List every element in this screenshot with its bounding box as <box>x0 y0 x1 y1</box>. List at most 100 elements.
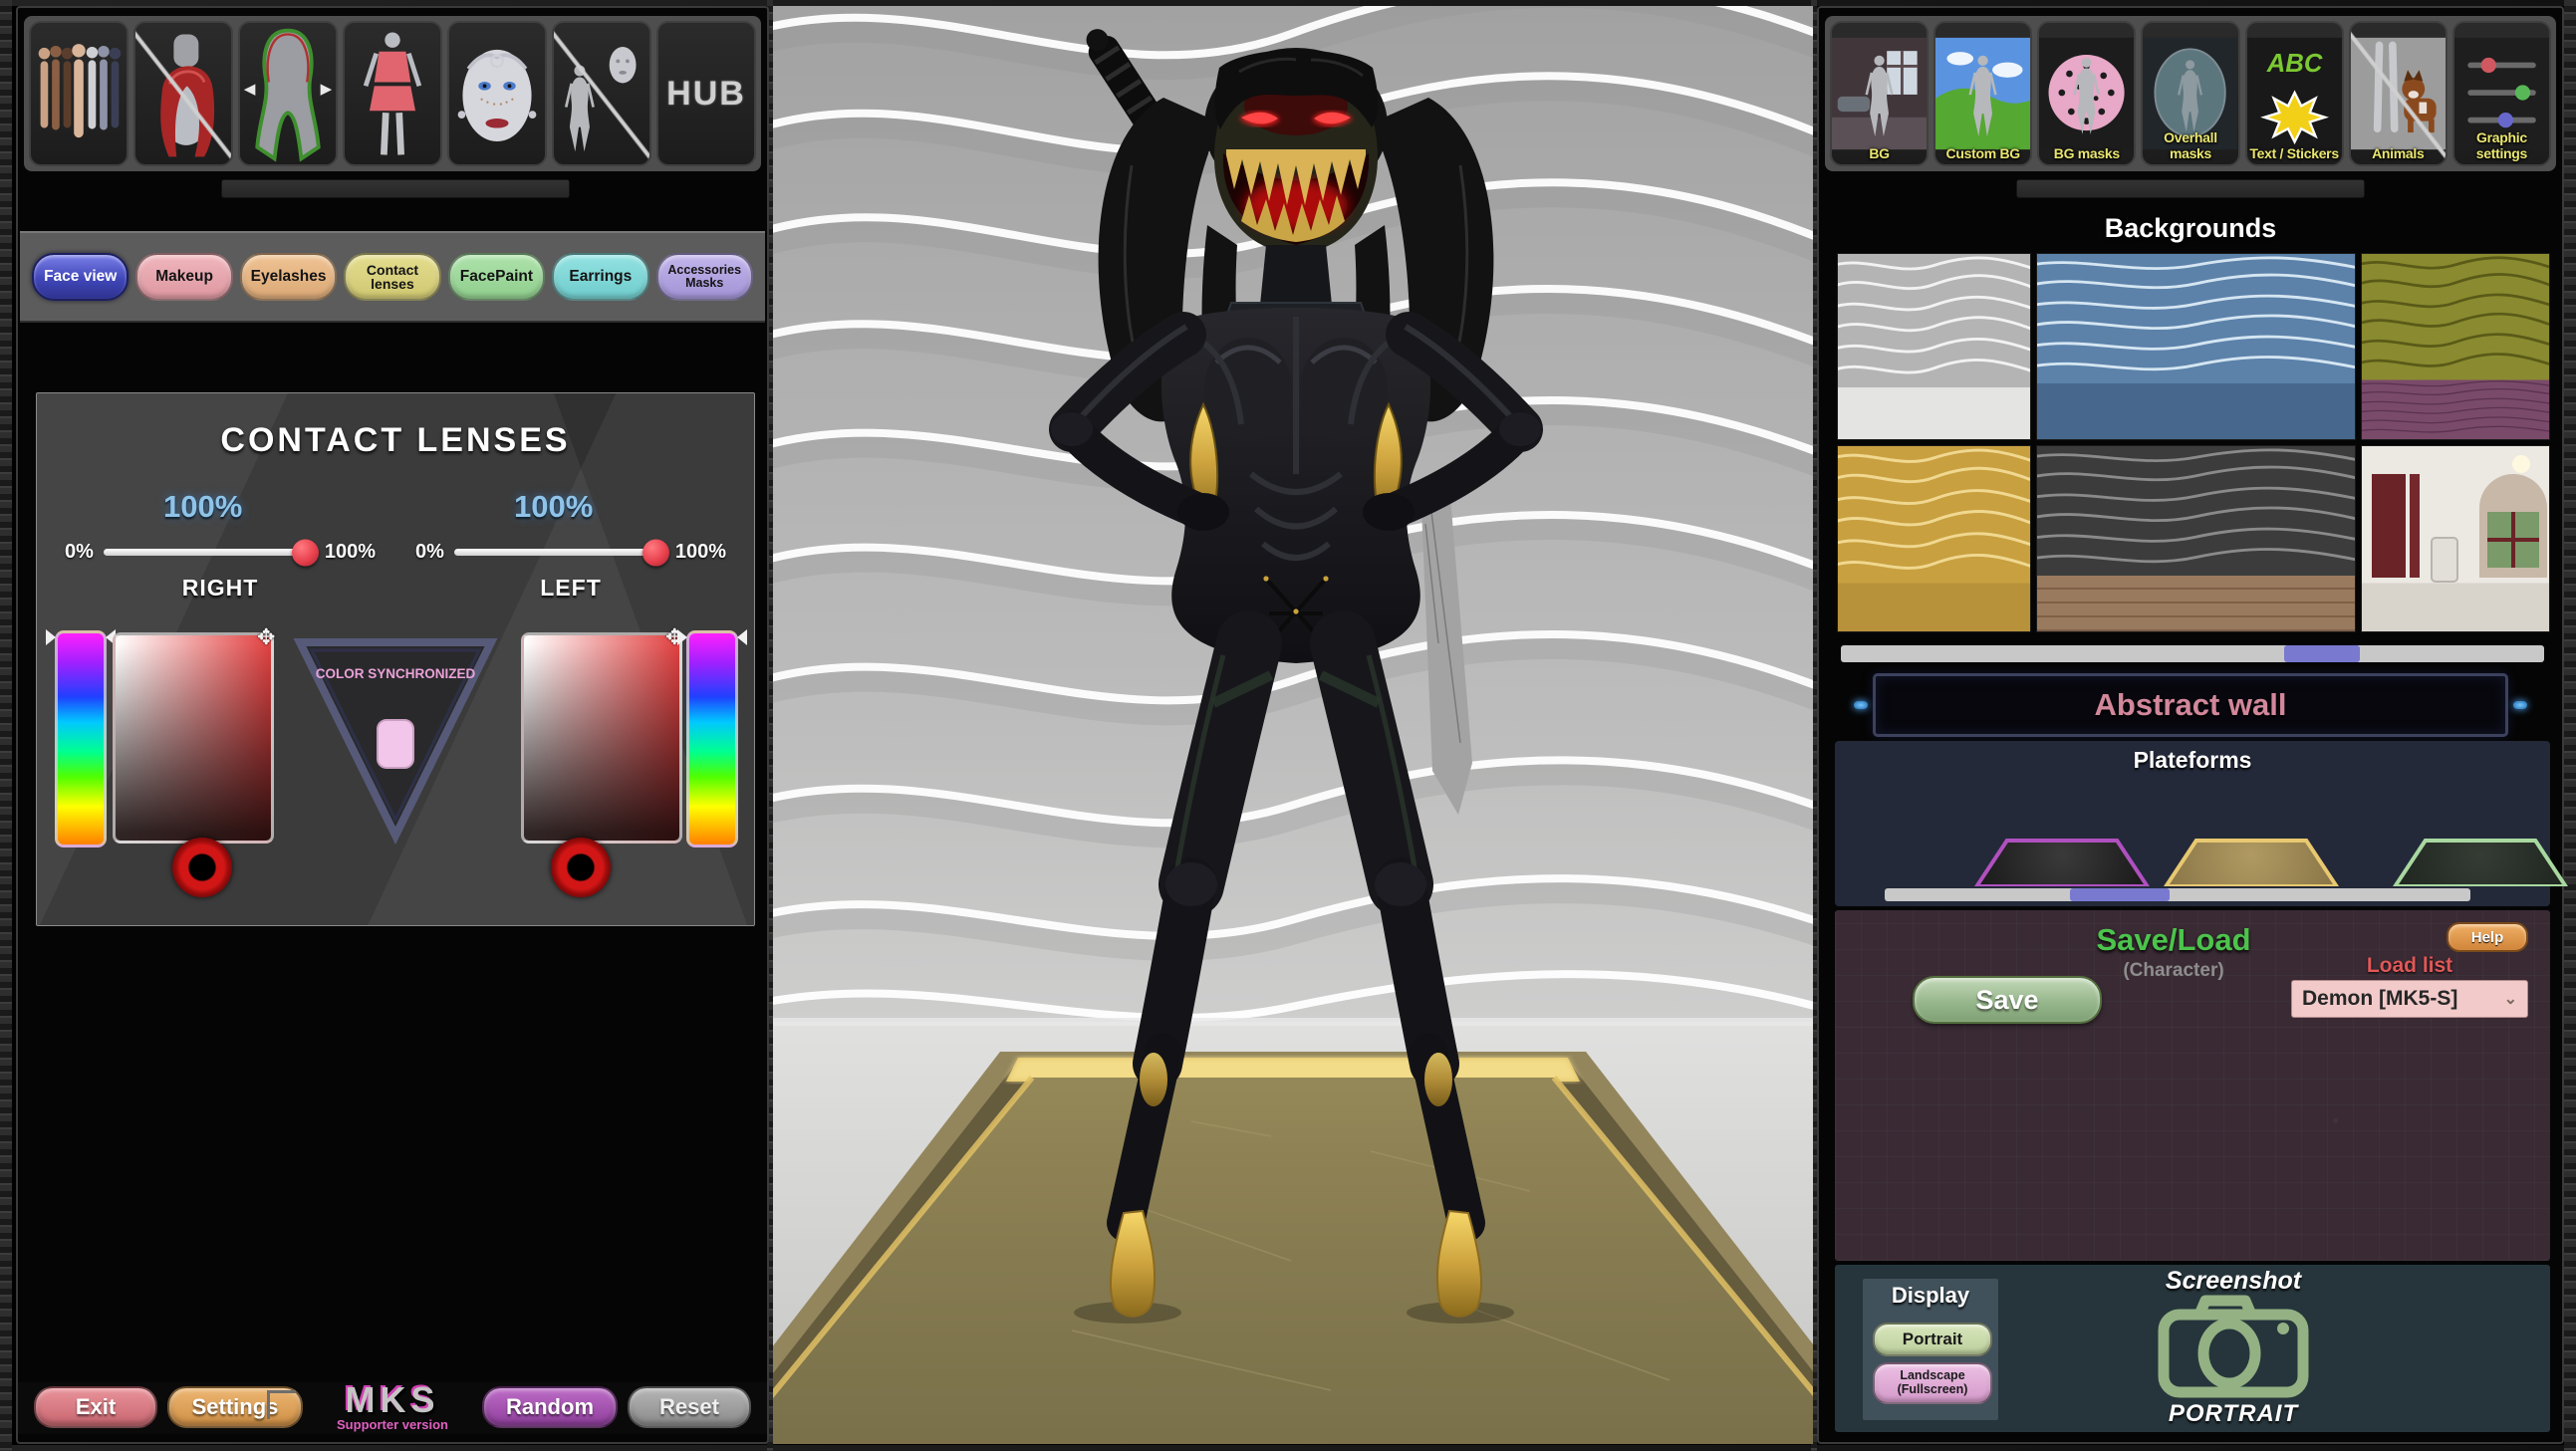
display-portrait-button[interactable]: Portrait <box>1873 1323 1992 1356</box>
scene-category-row: BG Custom BG <box>1825 16 2556 171</box>
mks-logo-block: MKS Supporter version <box>273 1384 512 1432</box>
platforms-scrollbar-thumb[interactable] <box>2070 888 2170 901</box>
left-lens-slider-knob[interactable] <box>643 539 669 566</box>
hub-logo: HUB <box>658 23 754 164</box>
tab-bg-label: BG <box>1832 145 1927 161</box>
platform-thumb-green[interactable] <box>2393 839 2568 886</box>
skins-icon <box>31 23 127 164</box>
tab-text-stickers-label: Text / Stickers <box>2247 145 2342 161</box>
tab-custom-bg[interactable]: Custom BG <box>1933 21 2032 166</box>
contact-lenses-title: CONTACT LENSES <box>37 421 754 460</box>
random-button[interactable]: Random <box>482 1386 618 1428</box>
tab-bg-masks-label: BG masks <box>2039 145 2134 161</box>
tab-face-view[interactable]: Face view <box>32 253 129 301</box>
disabled-slash-icon <box>554 23 649 164</box>
category-hub-button[interactable]: HUB <box>656 21 756 166</box>
scene-render <box>773 6 1813 1444</box>
right-lens-hue-strip[interactable] <box>55 630 107 847</box>
color-sync-control[interactable]: COLOR SYNCHRONIZED <box>288 628 503 847</box>
left-lens-min-label: 0% <box>415 541 444 564</box>
tab-bg[interactable]: BG <box>1830 21 1929 166</box>
tab-accessories-masks[interactable]: Accessories Masks <box>656 253 753 301</box>
category-row-scrollbar[interactable] <box>221 179 570 198</box>
right-lens-preview-icon[interactable] <box>172 838 232 897</box>
category-skins-thumbnail[interactable] <box>29 21 129 166</box>
tab-text-stickers[interactable]: ABC Text / Stickers <box>2245 21 2344 166</box>
background-thumb-blue-waves[interactable] <box>2036 253 2356 440</box>
category-body-shape-thumbnail[interactable] <box>238 21 338 166</box>
display-box: Display Portrait Landscape (Fullscreen) <box>1863 1279 1998 1420</box>
tab-animals[interactable]: Animals <box>2349 21 2447 166</box>
category-pose-thumbnail[interactable] <box>552 21 651 166</box>
right-lens-color-gradient[interactable] <box>113 632 274 844</box>
custom-bg-icon <box>1935 23 2030 164</box>
save-load-title: Save/Load <box>1835 922 2512 958</box>
selected-background-banner: Abstract wall <box>1873 673 2508 737</box>
sync-swatch[interactable] <box>378 720 413 768</box>
category-hair-thumbnail[interactable] <box>133 21 233 166</box>
right-lens-slider-knob[interactable] <box>292 539 319 566</box>
screenshot-camera-button[interactable] <box>2142 1293 2325 1400</box>
contact-lenses-panel: CONTACT LENSES 100% 0% 100% RIGHT 100% 0… <box>36 392 755 926</box>
camera-icon <box>2142 1293 2325 1400</box>
color-sync-label: COLOR SYNCHRONIZED <box>316 666 476 681</box>
abc-sample-text: ABC <box>2265 50 2322 78</box>
display-landscape-button[interactable]: Landscape (Fullscreen) <box>1873 1362 1992 1404</box>
platform-thumb-gold[interactable] <box>2164 839 2339 886</box>
face-feature-tabs: Face view Makeup Eyelashes Contact lense… <box>20 231 765 323</box>
background-thumb-dark-waves-wood[interactable] <box>2036 445 2356 632</box>
help-button[interactable]: Help <box>2447 922 2528 952</box>
scene-category-scrollbar[interactable] <box>2016 179 2365 198</box>
load-list-dropdown[interactable]: Demon [MK5-S] ⌄ <box>2291 980 2528 1018</box>
tab-contact-lenses[interactable]: Contact lenses <box>344 253 440 301</box>
tab-graphic-settings[interactable]: Graphic settings <box>2452 21 2551 166</box>
backgrounds-scrollbar-thumb[interactable] <box>2284 645 2360 662</box>
frame-bottom <box>0 1445 2576 1451</box>
tab-eyelashes[interactable]: Eyelashes <box>240 253 337 301</box>
tab-facepaint[interactable]: FacePaint <box>448 253 545 301</box>
right-scene-panel: BG Custom BG <box>1817 6 2564 1444</box>
face-makeup-icon <box>449 23 545 164</box>
exit-button[interactable]: Exit <box>34 1386 157 1428</box>
left-lens-slider[interactable] <box>454 549 665 556</box>
tab-overhall-masks[interactable]: Overhall masks <box>2141 21 2239 166</box>
left-footer-bar: Exit Settings MKS Supporter version Rand… <box>18 1382 767 1434</box>
platforms-scrollbar[interactable] <box>1885 888 2470 901</box>
reset-button[interactable]: Reset <box>628 1386 751 1428</box>
right-lens-value: 100% <box>133 489 273 525</box>
left-customization-panel: HUB Face view Makeup Eyelashes Contact l… <box>16 6 769 1444</box>
tab-overhall-masks-label: Overhall masks <box>2143 129 2237 161</box>
frame-right <box>2564 0 2576 1451</box>
tab-makeup[interactable]: Makeup <box>135 253 232 301</box>
background-thumb-olive-waves[interactable] <box>2361 253 2550 440</box>
tab-bg-masks[interactable]: BG masks <box>2037 21 2136 166</box>
tab-animals-label: Animals <box>2351 145 2446 161</box>
disabled-slash-icon <box>135 23 231 164</box>
frame-left <box>0 0 12 1451</box>
right-lens-max-label: 100% <box>325 541 376 564</box>
backgrounds-scrollbar[interactable] <box>1841 645 2544 662</box>
chevron-down-icon: ⌄ <box>2504 989 2517 1009</box>
starburst-icon <box>2264 93 2325 141</box>
save-button[interactable]: Save <box>1913 976 2102 1024</box>
left-lens-color-gradient[interactable] <box>521 632 682 844</box>
screenshot-mode-label: PORTRAIT <box>2084 1400 2383 1428</box>
backgrounds-title: Backgrounds <box>1819 213 2562 244</box>
right-lens-label: RIGHT <box>65 575 376 602</box>
category-face-makeup-thumbnail[interactable] <box>447 21 547 166</box>
save-load-panel: Save/Load (Character) Help Load list Sav… <box>1835 910 2550 1261</box>
background-thumb-gold-waves[interactable] <box>1837 445 2031 632</box>
right-lens-slider[interactable] <box>104 549 315 556</box>
character-3d-viewport[interactable] <box>773 6 1813 1444</box>
tab-earrings[interactable]: Earrings <box>552 253 648 301</box>
bg-masks-icon <box>2039 23 2134 164</box>
left-lens-preview-icon[interactable] <box>551 838 611 897</box>
left-lens-hue-strip[interactable] <box>686 630 738 847</box>
platform-thumb-purple[interactable] <box>1974 839 2150 886</box>
body-shape-icon <box>240 23 336 164</box>
platforms-title: Plateforms <box>1835 747 2550 774</box>
background-thumb-gray-waves[interactable] <box>1837 253 2031 440</box>
background-thumb-interior[interactable] <box>2361 445 2550 632</box>
hue-marker-icon <box>677 629 687 645</box>
category-clothes-thumbnail[interactable] <box>343 21 442 166</box>
